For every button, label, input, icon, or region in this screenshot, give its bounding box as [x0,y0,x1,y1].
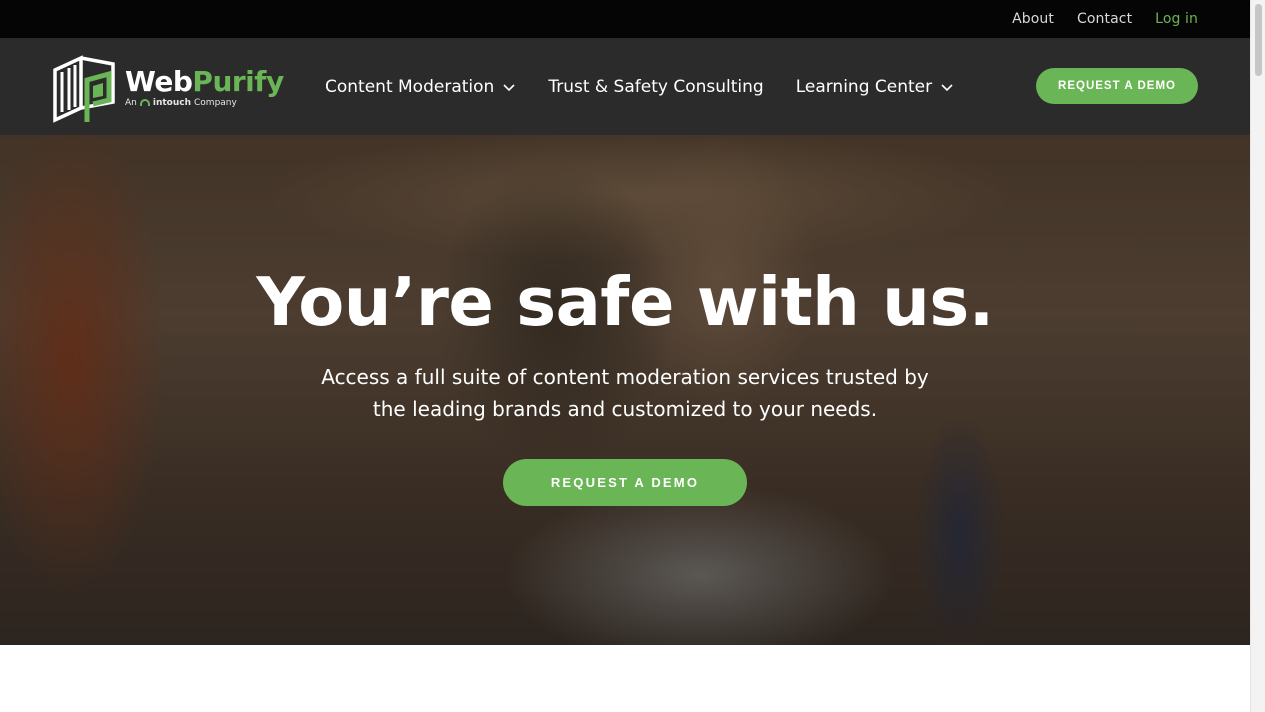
hero-title: You’re safe with us. [256,263,994,341]
hero-subtitle: Access a full suite of content moderatio… [300,361,950,425]
nav-item-label: Content Moderation [325,76,495,97]
chevron-down-icon [941,83,953,91]
hero-section: You’re safe with us. Access a full suite… [0,135,1250,645]
main-navbar: WebPurify An intouch Company Content Mod… [0,38,1250,135]
primary-menu: Content Moderation Trust & Safety Consul… [325,38,954,135]
nav-item-label: Trust & Safety Consulting [548,76,764,97]
logo-tag-suffix: Company [194,97,237,108]
contact-link[interactable]: Contact [1077,11,1132,27]
intouch-icon [139,99,150,106]
chevron-down-icon [503,83,515,91]
login-link[interactable]: Log in [1155,11,1198,27]
logo-word-first: Web [125,64,193,98]
nav-item-label: Learning Center [795,76,933,97]
page: About Contact Log in WebPurify An intouc… [0,0,1265,712]
request-demo-hero-button[interactable]: REQUEST A DEMO [503,459,747,506]
nav-item-learning-center[interactable]: Learning Center [796,77,954,97]
scrollbar-thumb[interactable] [1255,4,1262,76]
about-link[interactable]: About [1012,11,1054,27]
utility-bar: About Contact Log in [0,0,1250,38]
logo-word-second: Purify [192,64,284,98]
nav-item-content-moderation[interactable]: Content Moderation [325,77,516,97]
logo-wordmark: WebPurify [125,64,284,98]
logo-text: WebPurify An intouch Company [125,64,284,108]
request-demo-nav-button[interactable]: REQUEST A DEMO [1036,68,1198,104]
page-scrollbar[interactable] [1250,0,1265,712]
webpurify-logo[interactable]: WebPurify An intouch Company [51,50,284,124]
utility-links: About Contact Log in [1012,0,1198,38]
hero-subtitle-line: the leading brands and customized to you… [372,397,878,421]
nav-item-trust-safety-consulting[interactable]: Trust & Safety Consulting [548,77,763,97]
webpurify-logo-icon [53,55,115,123]
logo-tag-brand: intouch [152,97,192,108]
logo-tag-prefix: An [125,97,137,108]
logo-tagline: An intouch Company [125,98,284,108]
hero-subtitle-line: Access a full suite of content moderatio… [321,365,929,389]
